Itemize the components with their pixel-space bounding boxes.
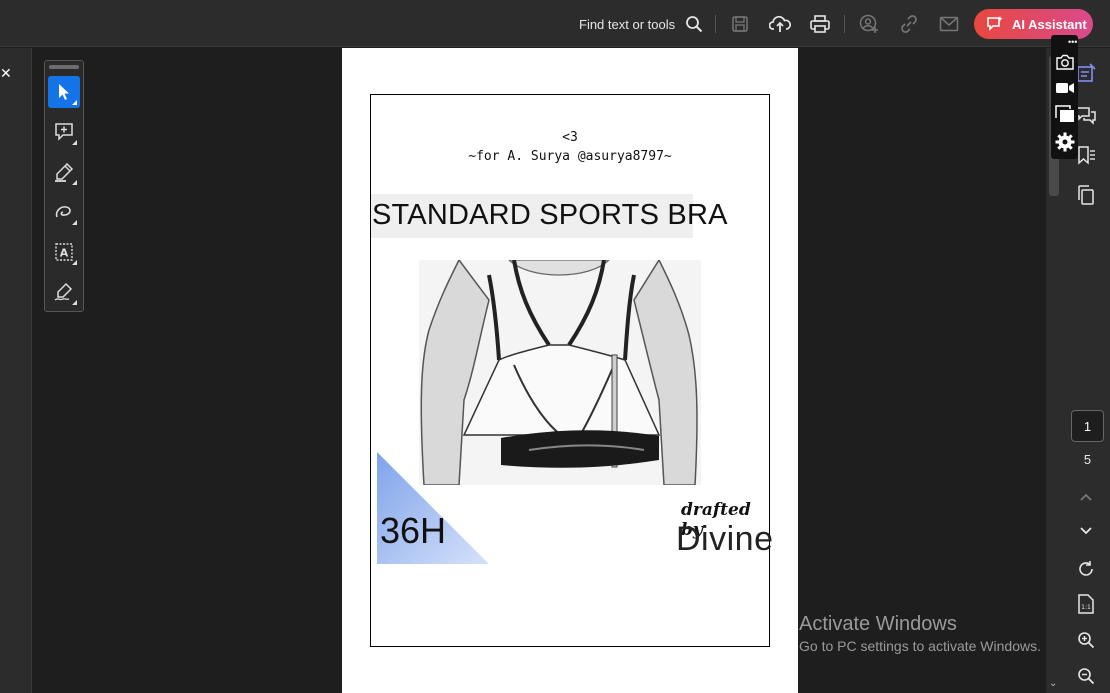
toolbar-separator: [715, 15, 716, 33]
comments-icon: [1076, 107, 1096, 125]
sign-tool[interactable]: [48, 276, 80, 308]
watermark-title: Activate Windows: [799, 613, 957, 635]
floating-capture-bar: •••: [1051, 35, 1078, 159]
freehand-loop-icon: [55, 206, 71, 218]
drag-handle[interactable]: [49, 65, 79, 69]
text-select-box-icon: A: [55, 243, 73, 261]
rotate-button[interactable]: [1074, 557, 1098, 581]
tool-menu-indicator: [72, 100, 77, 105]
email-button[interactable]: [938, 13, 960, 35]
chevron-up-icon: [1080, 493, 1092, 501]
close-icon[interactable]: ✕: [0, 66, 12, 80]
link-icon: [901, 15, 917, 33]
tool-menu-indicator: [72, 220, 77, 225]
ai-assistant-label: AI Assistant: [1012, 16, 1087, 32]
scroll-down-icon[interactable]: ⌄: [1049, 678, 1057, 689]
svg-text:A: A: [60, 247, 69, 260]
print-button[interactable]: [809, 13, 831, 35]
video-camera-icon: [1056, 83, 1074, 93]
comment-tool[interactable]: [48, 116, 80, 148]
select-tool[interactable]: [48, 76, 80, 108]
cup-size-label: 36H: [380, 510, 447, 551]
camera-icon: [1056, 54, 1074, 70]
cursor-arrow-icon: [59, 84, 69, 100]
chevron-down-icon: [1080, 527, 1092, 535]
svg-text:1:1: 1:1: [1081, 604, 1091, 611]
printer-icon: [810, 15, 830, 33]
left-gutter: [0, 48, 32, 693]
total-pages: 5: [1083, 452, 1092, 467]
next-page-button[interactable]: [1074, 519, 1098, 543]
add-comment-icon: [55, 123, 73, 141]
dedication-text: ~for A. Surya @asurya8797~: [468, 149, 672, 164]
settings-button[interactable]: [1054, 131, 1076, 153]
add-user-icon: [859, 14, 878, 33]
activate-windows-watermark: Activate Windows Go to PC settings to ac…: [799, 613, 1041, 654]
copy-link-button[interactable]: [898, 13, 920, 35]
upload-button[interactable]: [769, 13, 791, 35]
save-icon: [732, 16, 748, 32]
edit-pdf-icon: [1077, 63, 1096, 82]
screenshot-button[interactable]: [1054, 51, 1076, 73]
watermark-subtitle: Go to PC settings to activate Windows.: [799, 638, 1041, 654]
gear-icon: [1055, 132, 1075, 152]
pen-highlight-icon: [55, 162, 74, 182]
signature-pen-icon: [54, 282, 73, 301]
zoom-in-icon: [1078, 632, 1095, 649]
save-button[interactable]: [729, 13, 751, 35]
more-options-icon[interactable]: •••: [1068, 38, 1077, 47]
brand-logo: Divine: [676, 520, 774, 558]
actual-size-button[interactable]: 1:1: [1074, 592, 1098, 616]
find-label: Find text or tools: [579, 16, 676, 32]
tool-menu-indicator: [72, 260, 77, 265]
find-text-or-tools[interactable]: Find text or tools: [579, 14, 703, 34]
record-video-button[interactable]: [1054, 77, 1076, 99]
tool-menu-indicator: [72, 140, 77, 145]
tool-menu-indicator: [72, 300, 77, 305]
ai-assistant-icon: [987, 16, 1003, 31]
draw-tool[interactable]: [48, 196, 80, 228]
copy-pages-icon: [1078, 185, 1094, 205]
page-fit-icon: 1:1: [1078, 594, 1094, 614]
tool-menu-indicator: [72, 180, 77, 185]
share-user-button[interactable]: [858, 13, 880, 35]
window-stack-icon: [1055, 105, 1074, 122]
bookmark-icon: [1078, 146, 1095, 165]
highlight-tool[interactable]: [48, 156, 80, 188]
search-icon: [686, 16, 703, 33]
text-recognition-tool[interactable]: A: [48, 236, 80, 268]
current-page-input[interactable]: 1: [1071, 410, 1104, 442]
pattern-title: STANDARD SPORTS BRA: [372, 199, 728, 231]
top-toolbar: Find text or tools AI Assistant: [0, 0, 1110, 47]
zoom-out-icon: [1078, 668, 1095, 685]
toolbar-separator: [844, 15, 845, 33]
zoom-in-button[interactable]: [1074, 628, 1098, 652]
cloud-upload-icon: [769, 15, 791, 32]
previous-page-button[interactable]: [1074, 485, 1098, 509]
zoom-out-button[interactable]: [1074, 664, 1098, 688]
window-capture-button[interactable]: [1054, 103, 1076, 125]
rotate-icon: [1079, 561, 1093, 576]
page-border-frame: <3 ~for A. Surya @asurya8797~ STANDARD S…: [370, 94, 774, 647]
envelope-icon: [939, 16, 959, 32]
quick-tools-panel: A: [44, 60, 84, 312]
heart-text: <3: [562, 130, 578, 145]
document-page: <3 ~for A. Surya @asurya8797~ STANDARD S…: [342, 48, 798, 693]
page-thumbnails-button[interactable]: [1074, 183, 1098, 207]
